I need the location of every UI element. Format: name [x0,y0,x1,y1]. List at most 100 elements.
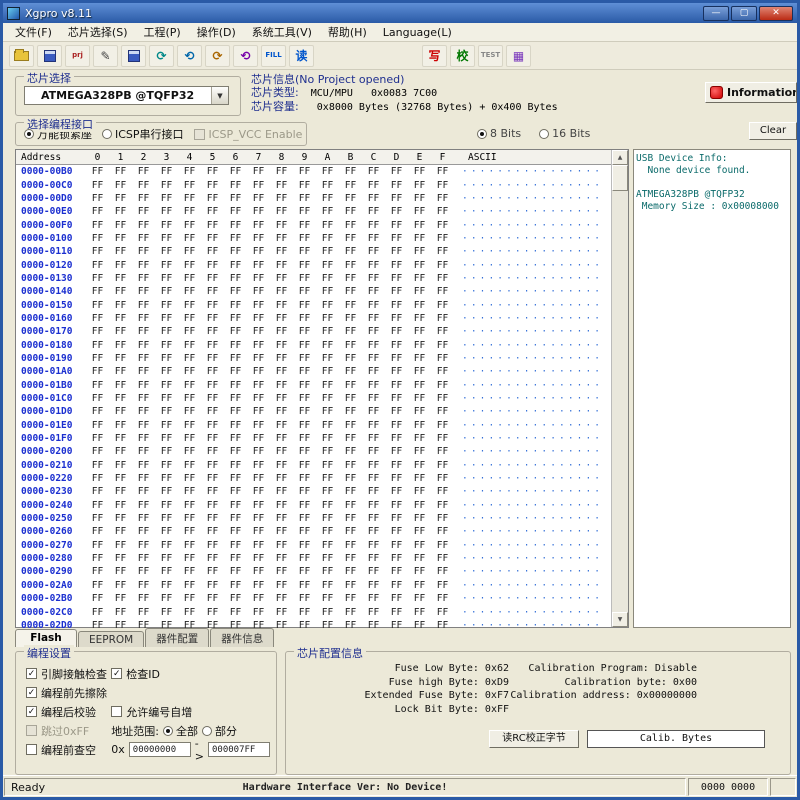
byte-cell[interactable]: FF [247,206,270,217]
byte-cell[interactable]: FF [132,433,155,444]
byte-cell[interactable]: FF [178,366,201,377]
byte-cell[interactable]: FF [155,513,178,524]
byte-cell[interactable]: FF [86,180,109,191]
byte-cell[interactable]: FF [109,326,132,337]
byte-cell[interactable]: FF [316,260,339,271]
byte-cell[interactable]: FF [109,206,132,217]
byte-cell[interactable]: FF [293,260,316,271]
byte-cell[interactable]: FF [224,166,247,177]
byte-cell[interactable]: FF [247,513,270,524]
byte-cell[interactable]: FF [408,380,431,391]
byte-cell[interactable]: FF [431,193,454,204]
byte-cell[interactable]: FF [155,500,178,511]
checkbox-icsp-vcc[interactable]: ICSP_VCC Enable [194,128,303,141]
byte-cell[interactable]: FF [224,580,247,591]
byte-cell[interactable]: FF [385,566,408,577]
byte-cell[interactable]: FF [178,206,201,217]
scroll-thumb[interactable] [612,165,628,191]
byte-cell[interactable]: FF [155,300,178,311]
byte-cell[interactable]: FF [339,273,362,284]
byte-cell[interactable]: FF [270,326,293,337]
byte-cell[interactable]: FF [293,513,316,524]
byte-cell[interactable]: FF [316,460,339,471]
byte-cell[interactable]: FF [339,566,362,577]
byte-cell[interactable]: FF [224,260,247,271]
byte-cell[interactable]: FF [316,353,339,364]
byte-cell[interactable]: FF [270,526,293,537]
byte-cell[interactable]: FF [201,433,224,444]
byte-cell[interactable]: FF [316,566,339,577]
byte-cell[interactable]: FF [385,393,408,404]
byte-cell[interactable]: FF [132,566,155,577]
byte-cell[interactable]: FF [201,180,224,191]
byte-cell[interactable]: FF [316,380,339,391]
byte-cell[interactable]: FF [385,326,408,337]
byte-cell[interactable]: FF [362,286,385,297]
byte-cell[interactable]: FF [247,300,270,311]
byte-cell[interactable]: FF [178,500,201,511]
byte-cell[interactable]: FF [86,193,109,204]
byte-cell[interactable]: FF [431,593,454,604]
menu-item-1[interactable]: 芯片选择(S) [60,22,136,42]
byte-cell[interactable]: FF [247,260,270,271]
byte-cell[interactable]: FF [86,580,109,591]
byte-cell[interactable]: FF [362,180,385,191]
byte-cell[interactable]: FF [155,366,178,377]
menu-item-4[interactable]: 系统工具(V) [244,22,320,42]
byte-cell[interactable]: FF [224,313,247,324]
byte-cell[interactable]: FF [224,326,247,337]
byte-cell[interactable]: FF [86,566,109,577]
byte-cell[interactable]: FF [408,593,431,604]
byte-cell[interactable]: FF [316,486,339,497]
byte-cell[interactable]: FF [247,593,270,604]
byte-cell[interactable]: FF [132,380,155,391]
byte-cell[interactable]: FF [316,593,339,604]
byte-cell[interactable]: FF [408,193,431,204]
byte-cell[interactable]: FF [224,607,247,618]
byte-cell[interactable]: FF [431,393,454,404]
byte-cell[interactable]: FF [362,340,385,351]
byte-cell[interactable]: FF [270,473,293,484]
byte-cell[interactable]: FF [178,420,201,431]
byte-cell[interactable]: FF [362,486,385,497]
checkbox-跳过0xFF[interactable]: 跳过0xFF [26,723,89,739]
byte-cell[interactable]: FF [155,286,178,297]
byte-cell[interactable]: FF [109,486,132,497]
byte-cell[interactable]: FF [86,500,109,511]
byte-cell[interactable]: FF [316,206,339,217]
byte-cell[interactable]: FF [247,540,270,551]
byte-cell[interactable]: FF [339,473,362,484]
byte-cell[interactable]: FF [339,353,362,364]
byte-cell[interactable]: FF [201,326,224,337]
byte-cell[interactable]: FF [270,513,293,524]
byte-cell[interactable]: FF [385,180,408,191]
byte-cell[interactable]: FF [224,206,247,217]
byte-cell[interactable]: FF [408,353,431,364]
byte-cell[interactable]: FF [431,313,454,324]
byte-cell[interactable]: FF [339,553,362,564]
byte-cell[interactable]: FF [132,180,155,191]
byte-cell[interactable]: FF [362,166,385,177]
byte-cell[interactable]: FF [109,513,132,524]
byte-cell[interactable]: FF [132,260,155,271]
byte-cell[interactable]: FF [385,406,408,417]
byte-cell[interactable]: FF [132,540,155,551]
byte-cell[interactable]: FF [316,406,339,417]
byte-cell[interactable]: FF [201,273,224,284]
byte-cell[interactable]: FF [293,580,316,591]
byte-cell[interactable]: FF [247,193,270,204]
byte-cell[interactable]: FF [155,473,178,484]
byte-cell[interactable]: FF [109,580,132,591]
byte-cell[interactable]: FF [155,273,178,284]
byte-cell[interactable]: FF [316,607,339,618]
byte-cell[interactable]: FF [201,260,224,271]
byte-cell[interactable]: FF [86,380,109,391]
byte-cell[interactable]: FF [385,340,408,351]
clear-button[interactable]: Clear [749,122,797,140]
save-project-button[interactable] [121,45,146,67]
minimize-button[interactable]: — [703,6,729,21]
tab-器件配置[interactable]: 器件配置 [145,628,209,647]
byte-cell[interactable]: FF [316,500,339,511]
byte-cell[interactable]: FF [270,593,293,604]
byte-cell[interactable]: FF [109,273,132,284]
